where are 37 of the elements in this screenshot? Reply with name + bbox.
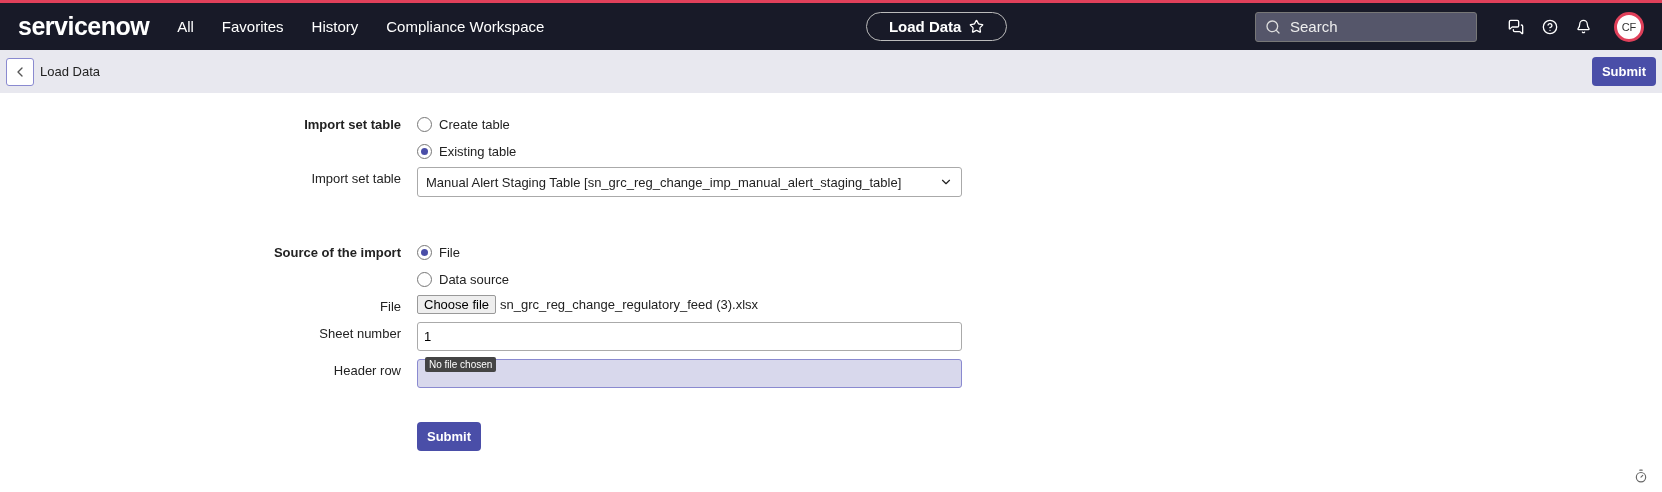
file-name: sn_grc_reg_change_regulatory_feed (3).xlsx <box>500 297 759 312</box>
radio-option[interactable]: Create table <box>417 117 962 132</box>
submit-button[interactable]: Submit <box>1591 57 1656 86</box>
field-label: File <box>379 298 401 314</box>
chat-icon[interactable] <box>1508 18 1524 35</box>
nav-link[interactable]: Compliance Workspace <box>386 18 545 35</box>
field-label: Import set table <box>310 170 401 188</box>
radio-option[interactable]: Existing table <box>417 144 962 159</box>
search-field[interactable]: Search <box>1255 11 1477 42</box>
radio-button[interactable] <box>417 245 432 260</box>
choose-file-button[interactable]: Choose file <box>417 295 497 314</box>
radio-button[interactable] <box>417 117 432 132</box>
tooltip: No file chosen <box>425 357 497 372</box>
radio-button[interactable] <box>417 144 432 159</box>
nav-link[interactable]: Favorites <box>221 18 284 35</box>
field-label: Source of the import <box>272 244 401 262</box>
user-avatar[interactable]: CF <box>1614 11 1644 42</box>
logo[interactable]: servicenow <box>18 12 150 41</box>
radio-button[interactable] <box>417 272 432 287</box>
bell-icon[interactable] <box>1576 19 1591 34</box>
nav-link[interactable]: History <box>311 18 359 35</box>
back-button[interactable] <box>6 57 34 86</box>
submit-button[interactable]: Submit <box>417 422 482 451</box>
text-field[interactable]: 1 <box>417 322 962 351</box>
radio-option[interactable]: Data source <box>417 272 962 287</box>
page-title: Load Data <box>40 64 101 79</box>
nav-link[interactable]: All <box>177 18 194 35</box>
timer-icon[interactable] <box>1634 469 1648 483</box>
radio-option[interactable]: File <box>417 245 962 260</box>
field-label: Import set table <box>303 116 401 134</box>
table-select[interactable]: Manual Alert Staging Table [sn_grc_reg_change_imp_manual_alert_staging_table] <box>417 167 962 197</box>
field-label: Sheet number <box>318 325 401 343</box>
field-label: Header row <box>332 362 401 380</box>
search-icon <box>1265 18 1281 35</box>
help-icon[interactable] <box>1542 18 1558 35</box>
text-field[interactable] <box>417 359 962 388</box>
star-icon[interactable] <box>969 19 985 34</box>
